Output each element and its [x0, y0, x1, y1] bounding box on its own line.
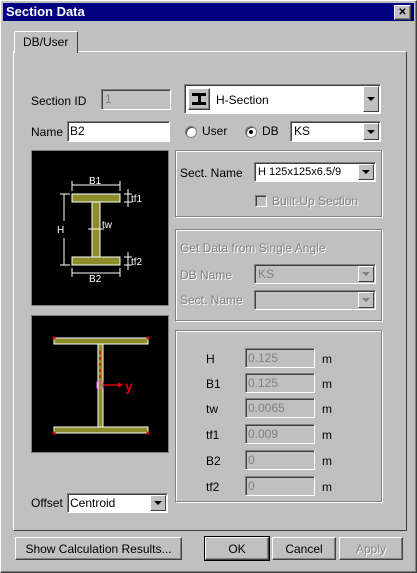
apply-button: Apply: [339, 537, 403, 560]
offset-dropdown-icon[interactable]: [150, 495, 166, 511]
angle-db-name-label: DB Name: [180, 268, 233, 282]
dim-field-h: 0.125: [245, 348, 315, 368]
single-angle-title: Get Data from Single Angle: [180, 241, 326, 255]
diagram-label-tw: tw: [102, 220, 113, 231]
dim-field-tw: 0.0065: [245, 398, 315, 418]
angle-sect-dropdown-icon: [358, 292, 374, 308]
dim-label-tw: tw: [206, 402, 218, 416]
sect-name-select[interactable]: H 125x125x6.5/9: [254, 162, 376, 182]
show-calculation-results-button[interactable]: Show Calculation Results...: [15, 537, 182, 560]
angle-db-name-select: KS: [254, 264, 376, 284]
angle-sect-name-select: [254, 290, 376, 310]
dim-label-tf2: tf2: [206, 480, 220, 494]
dim-label-h: H: [206, 352, 215, 366]
name-label: Name: [31, 125, 64, 139]
dim-label-tf1: tf1: [206, 428, 220, 442]
diagram-label-tf2: tf2: [131, 257, 143, 268]
section-preview: y: [31, 315, 169, 453]
tab-db-user-label: DB/User: [23, 35, 69, 49]
window-title: Section Data: [6, 4, 85, 19]
dim-unit-tw: m: [322, 402, 332, 416]
user-radio[interactable]: [185, 126, 197, 138]
sect-name-label: Sect. Name: [180, 166, 243, 180]
close-button[interactable]: ✕: [394, 5, 411, 20]
offset-select[interactable]: Centroid: [67, 493, 168, 513]
angle-db-dropdown-icon: [358, 266, 374, 282]
dim-unit-b1: m: [322, 377, 332, 391]
built-up-checkbox[interactable]: [255, 195, 267, 207]
dim-label-b1: B1: [206, 377, 221, 391]
name-field[interactable]: B2: [67, 121, 170, 142]
tab-db-user[interactable]: DB/User: [14, 31, 78, 53]
dim-label-b2: B2: [206, 454, 221, 468]
dim-unit-h: m: [322, 352, 332, 366]
section-id-field: 1: [101, 89, 171, 110]
section-dimension-diagram: B1 B2 tf1 tf2 tw H: [31, 150, 169, 306]
h-section-preview-shape: [53, 337, 149, 434]
dim-unit-tf2: m: [322, 480, 332, 494]
angle-sect-name-label: Sect. Name: [180, 293, 243, 307]
db-select[interactable]: KS: [290, 121, 381, 142]
dim-unit-tf1: m: [322, 428, 332, 442]
h-section-icon: [188, 88, 210, 110]
section-id-label: Section ID: [31, 94, 87, 108]
db-radio[interactable]: [245, 126, 257, 138]
diagram-label-b2: B2: [89, 274, 102, 285]
dim-unit-b2: m: [322, 454, 332, 468]
section-type-value: H-Section: [216, 93, 269, 107]
db-dropdown-icon[interactable]: [363, 123, 379, 140]
dim-field-b2: 0: [245, 450, 315, 470]
offset-label: Offset: [31, 496, 63, 510]
sect-name-dropdown-icon[interactable]: [358, 164, 374, 180]
cancel-button[interactable]: Cancel: [272, 537, 336, 560]
section-type-select[interactable]: H-Section: [184, 84, 381, 114]
dim-field-tf2: 0: [245, 476, 315, 496]
dim-field-b1: 0.125: [245, 373, 315, 393]
user-radio-label[interactable]: User: [202, 124, 227, 138]
built-up-label: Built-Up Section: [272, 194, 359, 208]
section-type-dropdown-icon[interactable]: [363, 86, 379, 112]
diagram-label-b1: B1: [89, 176, 102, 187]
diagram-label-h: H: [57, 225, 64, 236]
ok-button[interactable]: OK: [204, 536, 270, 561]
y-axis-label: y: [125, 378, 133, 394]
db-radio-label[interactable]: DB: [262, 124, 279, 138]
diagram-label-tf1: tf1: [131, 194, 143, 205]
close-icon: ✕: [398, 7, 407, 18]
dim-field-tf1: 0.009: [245, 424, 315, 444]
